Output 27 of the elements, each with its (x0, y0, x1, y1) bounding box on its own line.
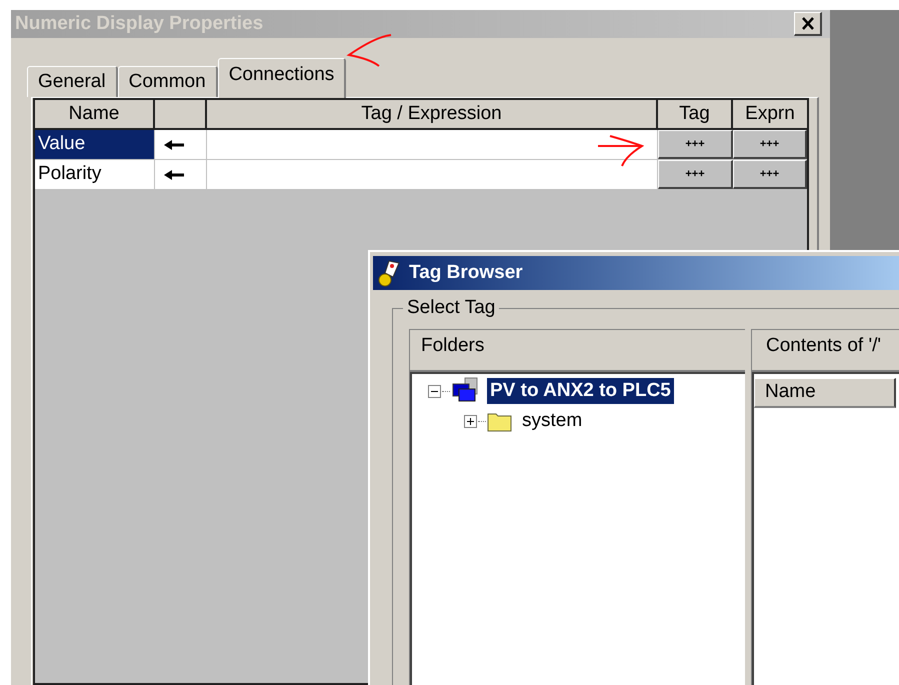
column-header: Tag / Expression (207, 100, 658, 128)
column-header: Tag (658, 100, 733, 128)
table-cell[interactable]: Polarity (35, 160, 155, 189)
tree-item[interactable]: PV to ANX2 to PLC5 (487, 378, 674, 404)
tab[interactable]: General (27, 66, 118, 97)
close-icon (800, 17, 814, 30)
tree-item[interactable]: system (519, 408, 586, 434)
browse-button[interactable]: +++ (658, 160, 733, 189)
column-header: Name (35, 100, 155, 128)
table-cell[interactable]: Value (35, 130, 155, 159)
left-arrow-icon (163, 168, 185, 180)
collapse-icon[interactable] (428, 384, 441, 398)
browse-button[interactable]: +++ (733, 130, 807, 159)
browse-button[interactable]: +++ (658, 130, 733, 159)
input-field[interactable] (207, 130, 658, 159)
expand-icon[interactable] (464, 414, 477, 428)
group-label: Select Tag (403, 296, 500, 320)
close-button[interactable] (794, 12, 822, 36)
annotation-arrow (596, 134, 644, 168)
column-header: Exprn (744, 102, 796, 126)
window-title: Tag Browser (409, 260, 523, 285)
left-arrow-icon (163, 138, 185, 150)
tab[interactable]: Common (118, 66, 218, 97)
tab[interactable]: Connections (218, 58, 346, 98)
browse-button[interactable]: +++ (733, 160, 807, 189)
input-field[interactable] (207, 160, 658, 189)
column-header[interactable]: Name (754, 378, 896, 408)
